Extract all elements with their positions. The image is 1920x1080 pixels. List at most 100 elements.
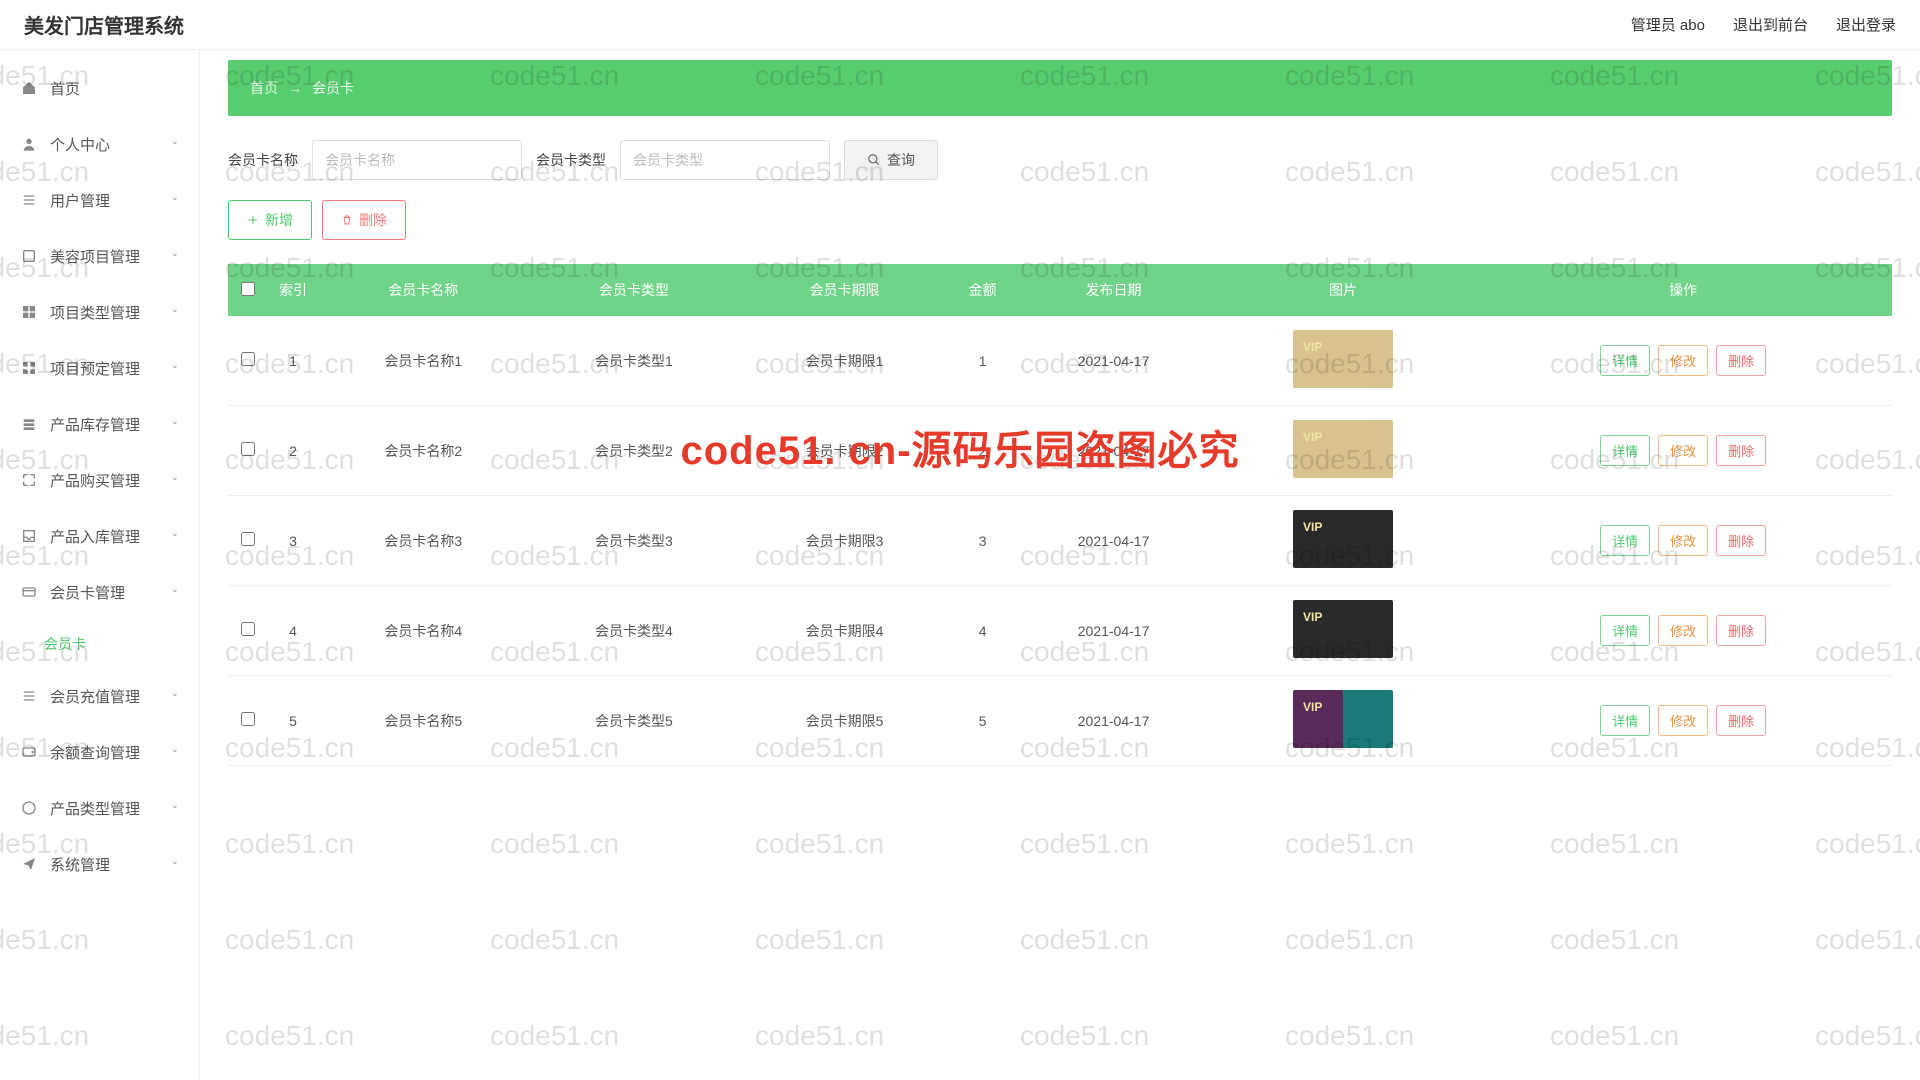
edit-button[interactable]: 修改 <box>1658 615 1708 646</box>
chevron-down-icon <box>169 304 181 321</box>
data-table: 索引会员卡名称会员卡类型会员卡期限金额发布日期图片操作 1会员卡名称1会员卡类型… <box>228 264 1892 766</box>
logout-link[interactable]: 退出登录 <box>1836 14 1896 35</box>
row-delete-button[interactable]: 删除 <box>1716 705 1766 736</box>
row-actions: 详情修改删除 <box>1480 345 1886 376</box>
list-icon <box>20 191 38 209</box>
row-delete-button[interactable]: 删除 <box>1716 435 1766 466</box>
cell-term: 会员卡期限4 <box>739 586 950 676</box>
row-checkbox[interactable] <box>241 532 255 546</box>
sidebar-item-10[interactable]: 会员充值管理 <box>0 668 199 724</box>
row-delete-button[interactable]: 删除 <box>1716 345 1766 376</box>
chevron-down-icon <box>169 800 181 817</box>
table-body: 1会员卡名称1会员卡类型1会员卡期限112021-04-17详情修改删除2会员卡… <box>228 316 1892 766</box>
sidebar-item-7[interactable]: 产品购买管理 <box>0 452 199 508</box>
stack-icon <box>20 415 38 433</box>
search-icon <box>867 153 881 167</box>
sidebar-item-label: 个人中心 <box>50 134 110 155</box>
query-button[interactable]: 查询 <box>844 140 938 180</box>
row-delete-button[interactable]: 删除 <box>1716 525 1766 556</box>
sidebar-item-6[interactable]: 产品库存管理 <box>0 396 199 452</box>
row-checkbox[interactable] <box>241 622 255 636</box>
row-checkbox[interactable] <box>241 442 255 456</box>
detail-button[interactable]: 详情 <box>1600 525 1650 556</box>
table-row: 3会员卡名称3会员卡类型3会员卡期限332021-04-17详情修改删除 <box>228 496 1892 586</box>
filter-name-input[interactable] <box>312 140 522 180</box>
detail-button[interactable]: 详情 <box>1600 345 1650 376</box>
sidebar-item-3[interactable]: 美容项目管理 <box>0 228 199 284</box>
detail-button[interactable]: 详情 <box>1600 705 1650 736</box>
delete-button[interactable]: 删除 <box>322 200 406 240</box>
cell-image <box>1212 316 1475 406</box>
chevron-down-icon <box>169 528 181 545</box>
table-row: 2会员卡名称2会员卡类型2会员卡期限222021-04-17详情修改删除 <box>228 406 1892 496</box>
filter-row: 会员卡名称 会员卡类型 查询 <box>228 140 1892 180</box>
sidebar-item-label: 用户管理 <box>50 190 110 211</box>
detail-button[interactable]: 详情 <box>1600 615 1650 646</box>
col-header-1: 索引 <box>268 264 318 316</box>
app-title: 美发门店管理系统 <box>24 10 184 39</box>
sidebar-item-0[interactable]: 首页 <box>0 60 199 116</box>
chevron-down-icon <box>169 584 181 601</box>
inbox-icon <box>20 527 38 545</box>
sidebar-item-4[interactable]: 项目类型管理 <box>0 284 199 340</box>
card-icon <box>20 583 38 601</box>
edit-button[interactable]: 修改 <box>1658 435 1708 466</box>
sidebar-item-label: 会员卡管理 <box>50 582 125 603</box>
cell-name: 会员卡名称3 <box>318 496 529 586</box>
cell-image <box>1212 496 1475 586</box>
filter-type-input[interactable] <box>620 140 830 180</box>
cell-name: 会员卡名称2 <box>318 406 529 496</box>
cell-date: 2021-04-17 <box>1016 406 1212 496</box>
sidebar-item-11[interactable]: 余额查询管理 <box>0 724 199 780</box>
cell-type: 会员卡类型3 <box>529 496 740 586</box>
row-checkbox[interactable] <box>241 352 255 366</box>
select-all-checkbox[interactable] <box>241 282 255 296</box>
sidebar-item-label: 余额查询管理 <box>50 742 140 763</box>
filter-type-label: 会员卡类型 <box>536 150 606 170</box>
sidebar-item-label: 产品库存管理 <box>50 414 140 435</box>
row-checkbox[interactable] <box>241 712 255 726</box>
cell-date: 2021-04-17 <box>1016 496 1212 586</box>
chevron-down-icon <box>169 360 181 377</box>
chevron-down-icon <box>169 248 181 265</box>
to-front-link[interactable]: 退出到前台 <box>1733 14 1808 35</box>
detail-button[interactable]: 详情 <box>1600 435 1650 466</box>
col-header-7: 图片 <box>1212 264 1475 316</box>
chevron-down-icon <box>169 744 181 761</box>
add-button[interactable]: 新增 <box>228 200 312 240</box>
chevron-down-icon <box>169 472 181 489</box>
card-thumb <box>1293 690 1393 748</box>
edit-button[interactable]: 修改 <box>1658 705 1708 736</box>
col-header-2: 会员卡名称 <box>318 264 529 316</box>
sidebar-item-13[interactable]: 系统管理 <box>0 836 199 892</box>
card-thumb <box>1293 600 1393 658</box>
cell-index: 5 <box>268 676 318 766</box>
breadcrumb: 首页 → 会员卡 <box>228 60 1892 116</box>
breadcrumb-sep: → <box>288 80 302 96</box>
admin-label[interactable]: 管理员 abo <box>1631 14 1705 35</box>
sidebar-item-12[interactable]: 产品类型管理 <box>0 780 199 836</box>
row-actions: 详情修改删除 <box>1480 435 1886 466</box>
edit-button[interactable]: 修改 <box>1658 345 1708 376</box>
send-icon <box>20 855 38 873</box>
sidebar-item-label: 系统管理 <box>50 854 110 875</box>
cell-date: 2021-04-17 <box>1016 316 1212 406</box>
sidebar-item-9[interactable]: 会员卡管理 <box>0 564 199 620</box>
col-header-8: 操作 <box>1474 264 1892 316</box>
edit-button[interactable]: 修改 <box>1658 525 1708 556</box>
row-actions: 详情修改删除 <box>1480 705 1886 736</box>
cell-term: 会员卡期限3 <box>739 496 950 586</box>
card-thumb <box>1293 330 1393 388</box>
delete-label: 删除 <box>359 210 387 230</box>
cell-type: 会员卡类型1 <box>529 316 740 406</box>
sidebar-item-2[interactable]: 用户管理 <box>0 172 199 228</box>
chevron-down-icon <box>169 136 181 153</box>
row-delete-button[interactable]: 删除 <box>1716 615 1766 646</box>
cell-amount: 5 <box>950 676 1016 766</box>
cell-name: 会员卡名称4 <box>318 586 529 676</box>
submenu-item[interactable]: 会员卡 <box>0 620 199 668</box>
breadcrumb-home[interactable]: 首页 <box>250 78 278 98</box>
sidebar-item-1[interactable]: 个人中心 <box>0 116 199 172</box>
sidebar-item-5[interactable]: 项目预定管理 <box>0 340 199 396</box>
sidebar-item-8[interactable]: 产品入库管理 <box>0 508 199 564</box>
